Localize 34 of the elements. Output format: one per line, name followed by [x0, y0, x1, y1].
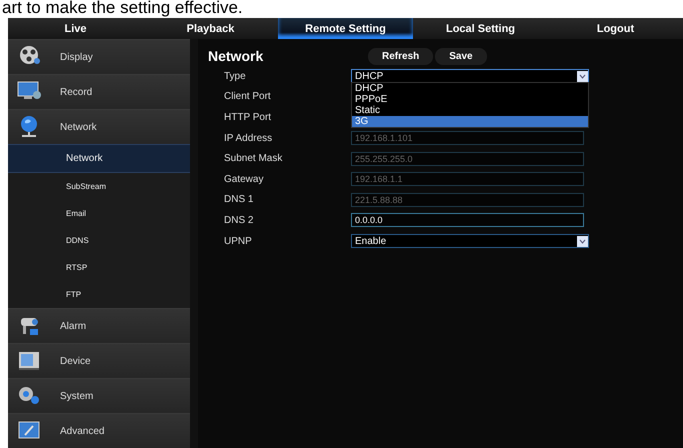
- select-field[interactable]: Enable: [351, 234, 589, 248]
- field-label: Client Port: [223, 91, 272, 102]
- field-label: UPNP: [223, 236, 253, 247]
- dropdown-option[interactable]: PPPoE: [352, 94, 588, 105]
- nav-tab[interactable]: Logout: [548, 18, 683, 39]
- action-button[interactable]: Refresh: [368, 48, 434, 64]
- field-label: Gateway: [223, 174, 264, 185]
- nav-tab[interactable]: Live: [8, 18, 143, 39]
- field-label: IP Address: [223, 132, 274, 144]
- action-button[interactable]: Save: [435, 48, 487, 64]
- input-field[interactable]: 0.0.0.0: [351, 213, 584, 228]
- sidebar-category[interactable]: Advanced: [8, 413, 190, 448]
- sidebar-category[interactable]: Alarm: [8, 308, 190, 343]
- dropdown-option[interactable]: Static: [352, 105, 588, 116]
- nav-tab[interactable]: Playback: [143, 18, 278, 39]
- sidebar-category[interactable]: System: [8, 378, 190, 413]
- nav-tab[interactable]: Remote Setting: [278, 18, 413, 39]
- field-label: Type: [223, 70, 247, 82]
- dropdown-option[interactable]: DHCP: [352, 83, 588, 94]
- field-label: DNS 2: [223, 214, 254, 226]
- dropdown-option[interactable]: 3G: [352, 116, 588, 127]
- nav-tab[interactable]: Local Setting: [413, 18, 548, 39]
- field-label: HTTP Port: [223, 112, 272, 123]
- field-label: Subnet Mask: [223, 153, 284, 164]
- sidebar-item[interactable]: Network: [8, 144, 190, 173]
- field-label: DNS 1: [223, 194, 254, 206]
- drive-icon: [16, 349, 42, 373]
- select-field[interactable]: DHCP: [351, 69, 589, 84]
- panel-title: Network: [208, 48, 264, 64]
- sidebar-category[interactable]: Network: [8, 109, 190, 144]
- sidebar-category[interactable]: Record: [8, 74, 190, 109]
- notice-text: art to make the setting effective.: [1, 0, 243, 18]
- sidebar-category[interactable]: Device: [8, 343, 190, 378]
- sidebar-category[interactable]: Display: [8, 39, 190, 74]
